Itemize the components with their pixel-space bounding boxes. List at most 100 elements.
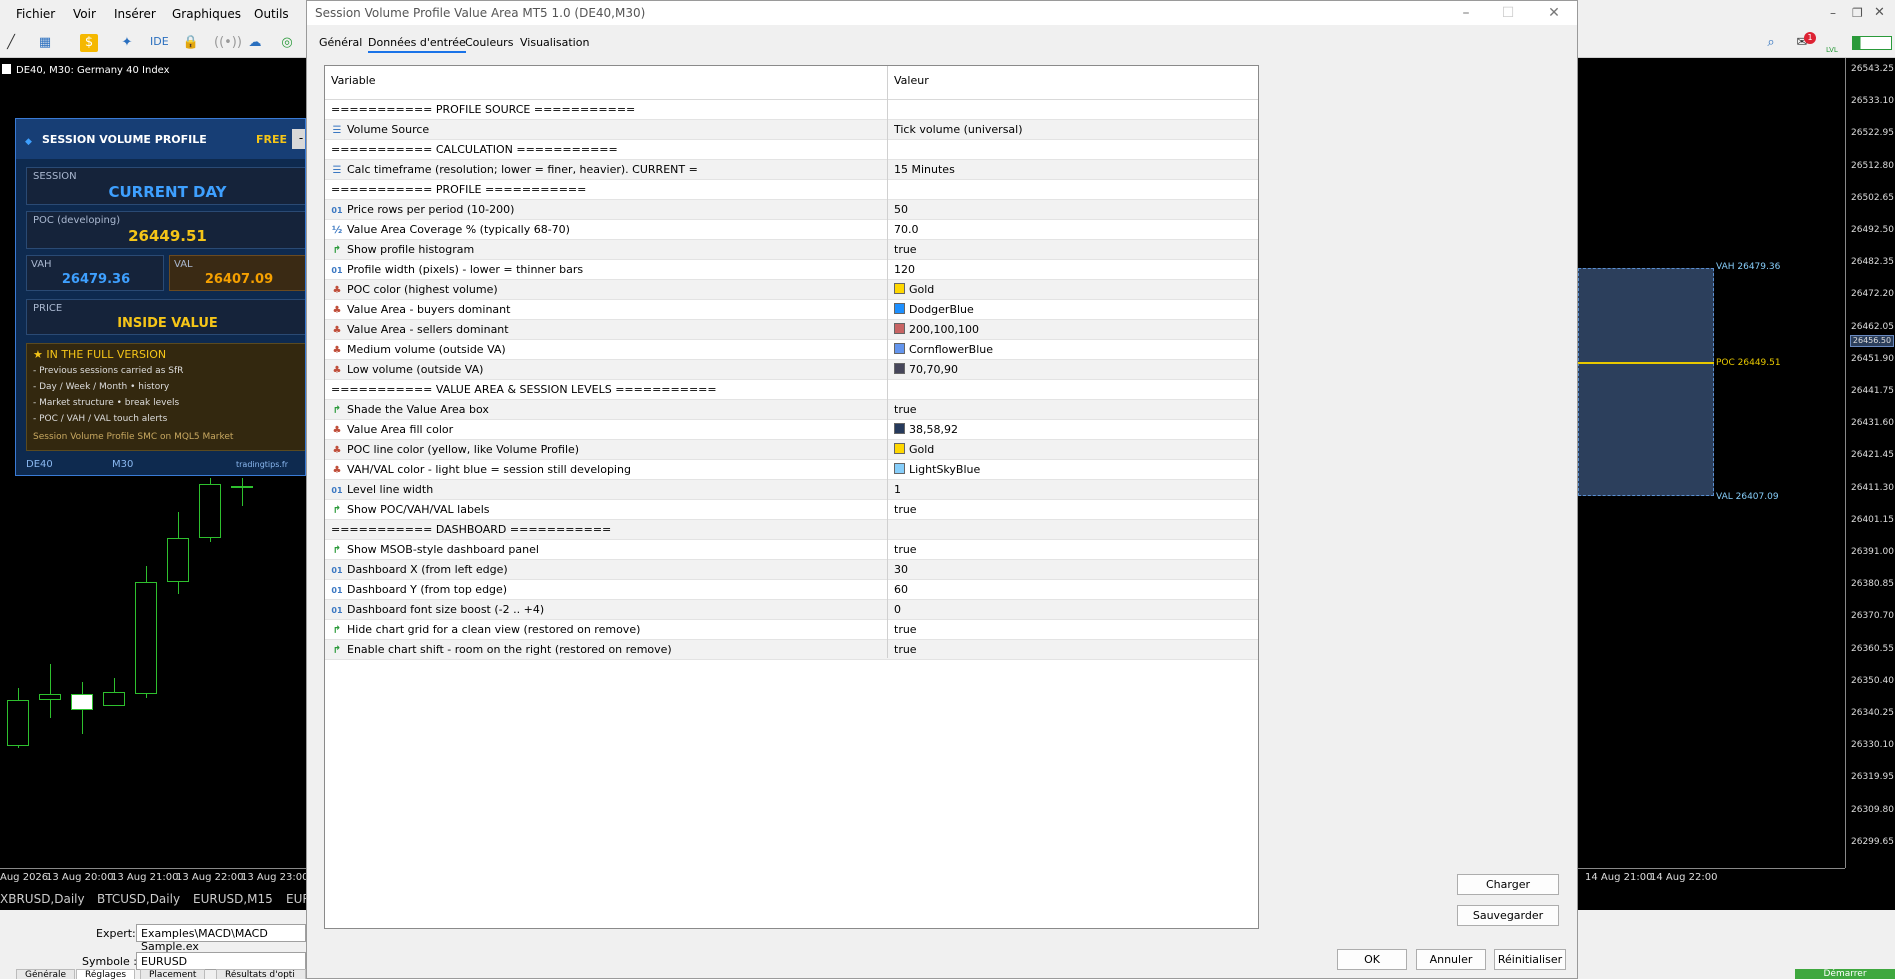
grid-row[interactable]: ♣ Low volume (outside VA) 70,70,90 (325, 360, 1258, 380)
color-swatch[interactable] (894, 423, 905, 434)
grid-row[interactable]: ♣ POC line color (yellow, like Volume Pro… (325, 440, 1258, 460)
ide-button[interactable]: IDE (150, 35, 169, 48)
row-value[interactable]: 70,70,90 (894, 363, 1254, 376)
row-value[interactable]: 200,100,100 (894, 323, 1254, 336)
row-value[interactable]: 120 (894, 263, 1254, 276)
column-header-value[interactable]: Valeur (894, 74, 929, 87)
symbol-tab[interactable]: XBRUSD,Daily (0, 892, 85, 906)
grid-row[interactable]: ↱ Shade the Value Area box true (325, 400, 1258, 420)
row-value[interactable]: true (894, 403, 1254, 416)
close-icon[interactable]: ✕ (1874, 5, 1885, 20)
tab-placement[interactable]: Placement (140, 969, 206, 979)
row-value[interactable]: 1 (894, 483, 1254, 496)
row-value[interactable]: 38,58,92 (894, 423, 1254, 436)
grid-row[interactable]: ♣ Value Area - sellers dominant 200,100,10… (325, 320, 1258, 340)
cloud-icon[interactable]: ☁ (246, 34, 264, 52)
grid-row[interactable]: 01 Profile width (pixels) - lower = thinn… (325, 260, 1258, 280)
color-swatch[interactable] (894, 303, 905, 314)
row-value[interactable]: true (894, 503, 1254, 516)
grid-row[interactable]: ½ Value Area Coverage % (typically 68-70)… (325, 220, 1258, 240)
start-button[interactable]: Démarrer (1795, 969, 1895, 979)
color-swatch[interactable] (894, 343, 905, 354)
row-value[interactable]: 60 (894, 583, 1254, 596)
row-value[interactable]: DodgerBlue (894, 303, 1254, 316)
grid-row[interactable]: ♣ VAH/VAL color - light blue = session st… (325, 460, 1258, 480)
sparkle-icon[interactable]: ✦ (118, 34, 136, 52)
tab-visualization[interactable]: Visualisation (520, 36, 589, 49)
row-value[interactable]: LightSkyBlue (894, 463, 1254, 476)
menu-tools[interactable]: Outils (254, 7, 289, 21)
color-swatch[interactable] (894, 443, 905, 454)
color-swatch[interactable] (894, 363, 905, 374)
grid-row[interactable]: 01 Dashboard Y (from top edge) 60 (325, 580, 1258, 600)
grid-row[interactable]: ☰ Volume Source Tick volume (universal) (325, 120, 1258, 140)
row-value[interactable]: 50 (894, 203, 1254, 216)
grid-row[interactable]: ☰ Calc timeframe (resolution; lower = fin… (325, 160, 1258, 180)
column-divider[interactable] (887, 66, 888, 658)
expert-field[interactable]: Examples\MACD\MACD Sample.ex (136, 924, 306, 953)
row-value[interactable]: 0 (894, 603, 1254, 616)
grid-row[interactable]: ♣ Value Area - buyers dominant DodgerBlue (325, 300, 1258, 320)
lock-icon[interactable]: 🔒 (182, 34, 200, 52)
radio-icon[interactable]: ((•)) (214, 34, 242, 52)
search-icon[interactable]: ⌕ (1762, 34, 1780, 52)
row-value[interactable]: 70.0 (894, 223, 1254, 236)
minimize-icon[interactable]: – (1830, 6, 1836, 20)
grid-row[interactable]: ♣ POC color (highest volume) Gold (325, 280, 1258, 300)
symbol-tab[interactable]: EURUSD,M15 (193, 892, 273, 906)
grid-row[interactable]: 01 Dashboard font size boost (-2 .. +4) 0 (325, 600, 1258, 620)
reset-button[interactable]: Réinitialiser (1494, 949, 1566, 970)
grid-row[interactable]: =========== PROFILE SOURCE =========== (325, 100, 1258, 120)
grid-row[interactable]: 01 Level line width 1 (325, 480, 1258, 500)
grid-row[interactable]: ↱ Show POC/VAH/VAL labels true (325, 500, 1258, 520)
row-value[interactable]: true (894, 243, 1254, 256)
tab-optimization[interactable]: Résultats d'opti (216, 969, 306, 979)
tab-general[interactable]: Général (319, 36, 362, 49)
close-icon[interactable]: ✕ (1533, 1, 1575, 25)
restore-icon[interactable]: ❐ (1852, 6, 1863, 20)
grid-row[interactable]: ↱ Hide chart grid for a clean view (resto… (325, 620, 1258, 640)
tab-colors[interactable]: Couleurs (465, 36, 513, 49)
cancel-button[interactable]: Annuler (1416, 949, 1486, 970)
color-swatch[interactable] (894, 323, 905, 334)
row-value[interactable]: CornflowerBlue (894, 343, 1254, 356)
menu-insert[interactable]: Insérer (114, 7, 156, 21)
row-value[interactable]: 15 Minutes (894, 163, 1254, 176)
minimize-icon[interactable]: – (1445, 1, 1487, 25)
grid-row[interactable]: =========== VALUE AREA & SESSION LEVELS … (325, 380, 1258, 400)
globe-icon[interactable]: ◎ (278, 34, 296, 52)
row-value[interactable]: true (894, 543, 1254, 556)
color-swatch[interactable] (894, 283, 905, 294)
menu-view[interactable]: Voir (73, 7, 96, 21)
line-tool-icon[interactable]: ╱ (2, 34, 20, 52)
menu-file[interactable]: Fichier (16, 7, 55, 21)
tab-general[interactable]: Générale (16, 969, 76, 979)
grid-row[interactable]: ↱ Show MSOB-style dashboard panel true (325, 540, 1258, 560)
row-value[interactable]: Gold (894, 443, 1254, 456)
collapse-button[interactable]: - (292, 129, 305, 149)
grid-row[interactable]: 01 Price rows per period (10-200) 50 (325, 200, 1258, 220)
tab-inputs[interactable]: Données d'entrée (368, 36, 466, 53)
row-value[interactable]: Tick volume (universal) (894, 123, 1254, 136)
column-header-variable[interactable]: Variable (331, 74, 376, 87)
grid-row[interactable]: =========== DASHBOARD =========== (325, 520, 1258, 540)
save-button[interactable]: Sauvegarder (1457, 905, 1559, 926)
row-value[interactable]: true (894, 643, 1254, 656)
tab-settings[interactable]: Réglages (76, 969, 136, 979)
full-version-footer[interactable]: Session Volume Profile SMC on MQL5 Marke… (33, 432, 233, 442)
grid-row[interactable]: =========== CALCULATION =========== (325, 140, 1258, 160)
row-value[interactable]: 30 (894, 563, 1254, 576)
chart-type-icon[interactable]: ▦ (36, 34, 54, 52)
row-value[interactable]: Gold (894, 283, 1254, 296)
grid-row[interactable]: =========== PROFILE =========== (325, 180, 1258, 200)
grid-row[interactable]: ♣ Value Area fill color 38,58,92 (325, 420, 1258, 440)
row-value[interactable]: true (894, 623, 1254, 636)
symbol-tab[interactable]: BTCUSD,Daily (97, 892, 180, 906)
load-button[interactable]: Charger (1457, 874, 1559, 895)
symbol-field[interactable]: EURUSD (136, 952, 306, 970)
grid-row[interactable]: ↱ Show profile histogram true (325, 240, 1258, 260)
grid-row[interactable]: ↱ Enable chart shift - room on the right … (325, 640, 1258, 660)
color-swatch[interactable] (894, 463, 905, 474)
menu-charts[interactable]: Graphiques (172, 7, 241, 21)
grid-row[interactable]: 01 Dashboard X (from left edge) 30 (325, 560, 1258, 580)
